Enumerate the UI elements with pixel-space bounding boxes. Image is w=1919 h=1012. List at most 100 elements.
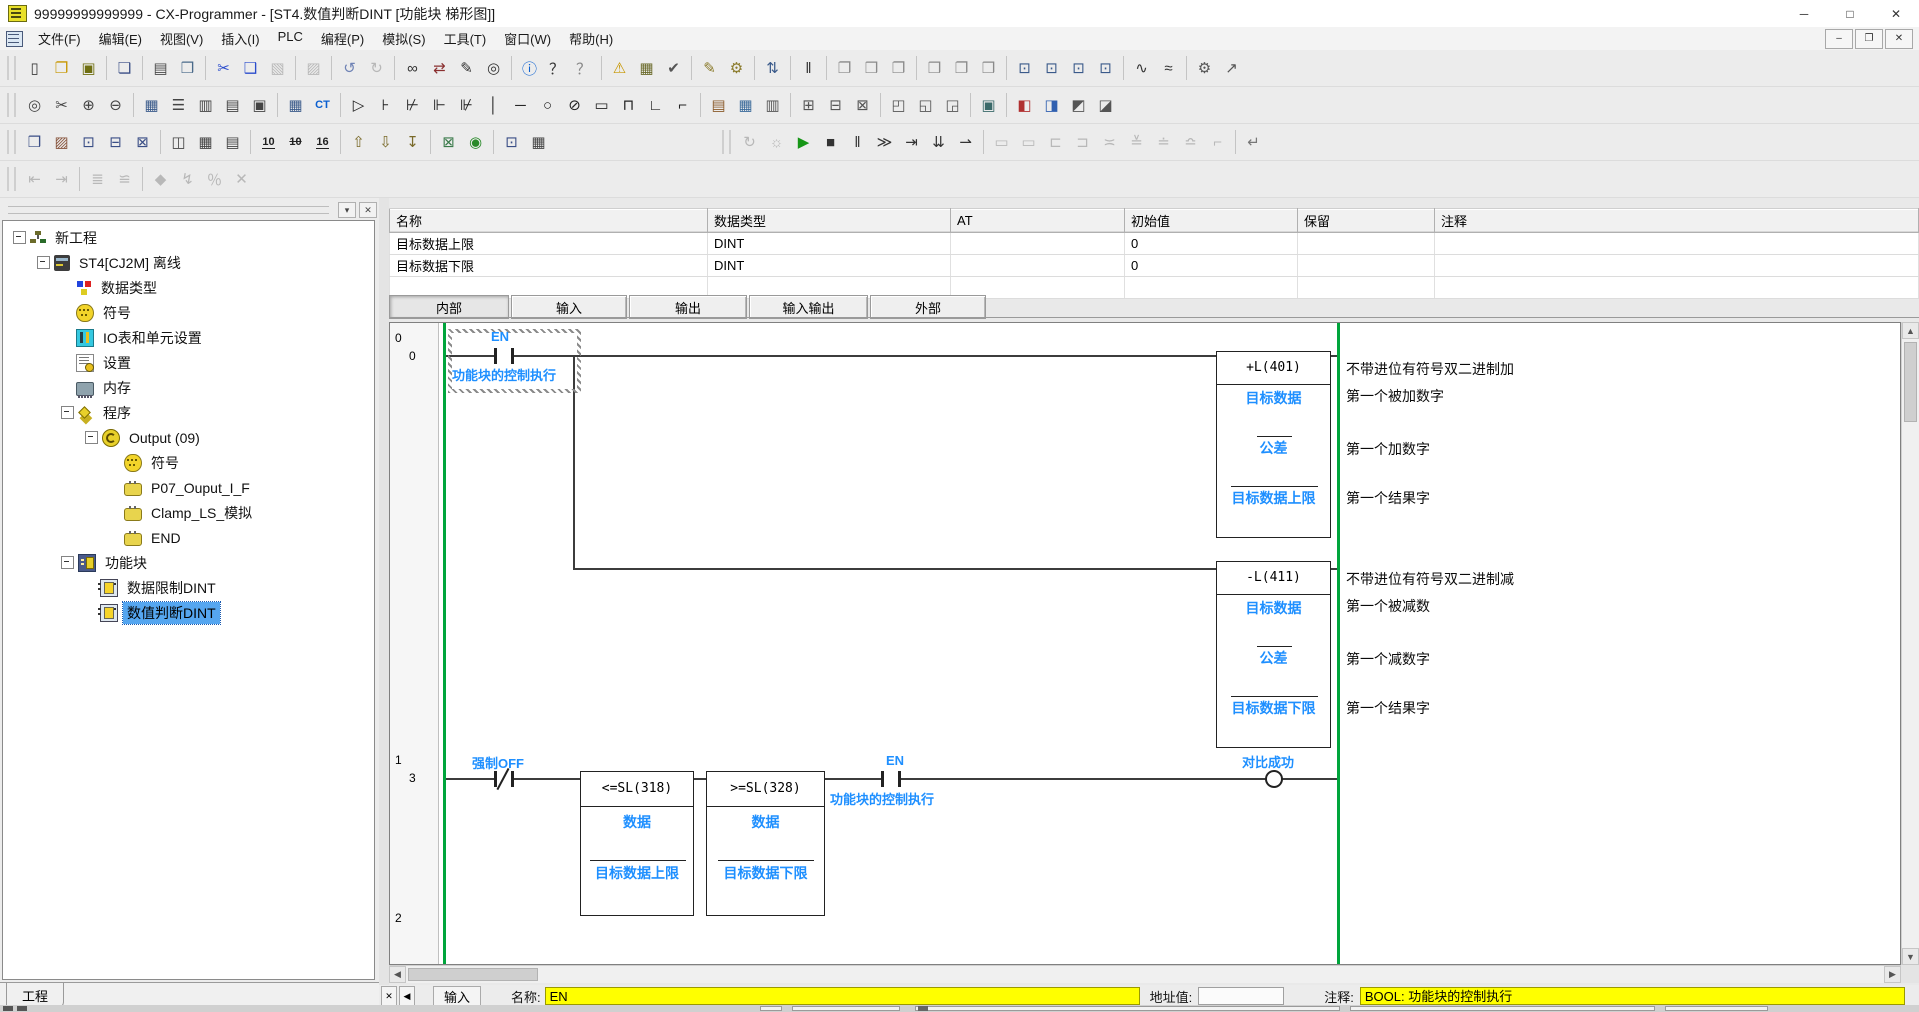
tree-item-IO表和单元设置[interactable]: IO表和单元设置: [3, 325, 374, 350]
differential-monitor-icon[interactable]: ⊠: [435, 129, 462, 155]
window-mnemonic-icon[interactable]: ▨: [48, 129, 75, 155]
tree-item-设置[interactable]: 设置: [3, 350, 374, 375]
tab-输出[interactable]: 输出: [629, 295, 747, 319]
contact-label[interactable]: EN: [886, 753, 904, 768]
operand[interactable]: 目标数据上限: [1217, 488, 1330, 508]
window-watch-icon[interactable]: ⊡: [75, 129, 102, 155]
symbol-bar-icon[interactable]: ☰: [165, 92, 192, 118]
child-minimize-button[interactable]: –: [1825, 29, 1853, 49]
unit-monitor-icon[interactable]: ⊡: [1092, 55, 1119, 81]
sim-pause-icon[interactable]: ‖: [844, 129, 871, 155]
address-reference-icon[interactable]: ❐: [948, 55, 975, 81]
operand[interactable]: 目标数据下限: [1217, 698, 1330, 718]
operand[interactable]: 目标数据: [1217, 598, 1330, 618]
operand[interactable]: 公差: [1217, 438, 1330, 458]
tree-item-Output (09)[interactable]: Output (09): [3, 425, 374, 450]
work-online-icon[interactable]: ⇅: [759, 55, 786, 81]
online-g-icon[interactable]: ≐: [1150, 129, 1177, 155]
redo-icon[interactable]: ↻: [363, 55, 390, 81]
tree-item-END[interactable]: END: [3, 525, 374, 550]
tab-外部[interactable]: 外部: [870, 295, 986, 319]
grid-icon[interactable]: ▦: [138, 92, 165, 118]
find-symbol-icon[interactable]: ◎: [480, 55, 507, 81]
tree-item-内存[interactable]: 内存: [3, 375, 374, 400]
compare-block-gte[interactable]: >=SL(328) 数据 目标数据下限: [706, 771, 825, 916]
rung-insert-icon[interactable]: ⊠: [849, 92, 876, 118]
new-coil-icon[interactable]: ○: [534, 92, 561, 118]
mark-4-icon[interactable]: ◪: [1092, 92, 1119, 118]
external-tools-icon[interactable]: ↗: [1218, 55, 1245, 81]
child-close-button[interactable]: ✕: [1885, 29, 1913, 49]
cut-icon[interactable]: ✂: [210, 55, 237, 81]
monitor-box-icon[interactable]: ▣: [246, 92, 273, 118]
online-edit-icon[interactable]: ✎: [696, 55, 723, 81]
menu-F[interactable]: 文件(F): [29, 27, 90, 50]
view-ladder-icon[interactable]: ▦: [192, 129, 219, 155]
sim-run-icon[interactable]: ▶: [790, 129, 817, 155]
data-trace-icon[interactable]: ≈: [1155, 55, 1182, 81]
tab-内部[interactable]: 内部: [389, 295, 509, 319]
sim-scan-icon[interactable]: ⇀: [952, 129, 979, 155]
online-d-icon[interactable]: ⊐: [1069, 129, 1096, 155]
toolbar-grip[interactable]: [722, 130, 731, 154]
row-delete-icon[interactable]: ⊟: [822, 92, 849, 118]
tree-item-程序[interactable]: 程序: [3, 400, 374, 425]
toolbar-grip[interactable]: [7, 167, 16, 191]
nc-contact-label[interactable]: 强制OFF: [472, 753, 524, 772]
watch-add-icon[interactable]: ⊡: [498, 129, 525, 155]
zoom-in-icon[interactable]: ⊕: [75, 92, 102, 118]
open-icon[interactable]: ❐: [48, 55, 75, 81]
io-monitor-icon[interactable]: ⊡: [1011, 55, 1038, 81]
sim-settings-icon[interactable]: ☼: [763, 129, 790, 155]
outdent-icon[interactable]: ⇤: [21, 166, 48, 192]
paste-icon[interactable]: ▧: [264, 55, 291, 81]
expander-icon[interactable]: [37, 256, 50, 269]
tree-item-数据限制DINT[interactable]: 数据限制DINT: [3, 575, 374, 600]
save-function-file-icon[interactable]: ❏: [111, 55, 138, 81]
window-cross-icon[interactable]: ⊟: [102, 129, 129, 155]
ct-display-icon[interactable]: CT: [309, 92, 336, 118]
tree-item-P07_Ouput_I_F[interactable]: P07_Ouput_I_F: [3, 475, 374, 500]
force-off-icon[interactable]: ⇩: [372, 129, 399, 155]
view-monitor-icon[interactable]: ▤: [219, 129, 246, 155]
help-icon[interactable]: ？: [543, 55, 570, 81]
tree-item-功能块[interactable]: 功能块: [3, 550, 374, 575]
invert-instruction-icon[interactable]: ⌐: [669, 92, 696, 118]
scroll-thumb[interactable]: [408, 968, 538, 981]
online-i-icon[interactable]: ⌐: [1204, 129, 1231, 155]
menu-I[interactable]: 插入(I): [212, 27, 268, 50]
rung-edit-3-icon[interactable]: ▥: [759, 92, 786, 118]
tree-item-新工程[interactable]: 新工程: [3, 225, 374, 250]
window-io-icon[interactable]: ⊠: [129, 129, 156, 155]
scroll-thumb[interactable]: [1904, 342, 1917, 422]
new-instruction-icon[interactable]: ▭: [588, 92, 615, 118]
row-insert-icon[interactable]: ⊞: [795, 92, 822, 118]
undo-icon[interactable]: ↺: [336, 55, 363, 81]
close-button[interactable]: ✕: [1873, 0, 1919, 27]
force-on-icon[interactable]: ⇧: [345, 129, 372, 155]
info-icon[interactable]: ⓘ: [516, 55, 543, 81]
toolbar-grip[interactable]: [7, 56, 16, 80]
sim-sync-icon[interactable]: ↻: [736, 129, 763, 155]
save-icon[interactable]: ▣: [75, 55, 102, 81]
minimize-button[interactable]: ─: [1781, 0, 1827, 27]
toolbar-grip[interactable]: [7, 93, 16, 117]
new-closed-coil-icon[interactable]: ⊘: [561, 92, 588, 118]
online-b-icon[interactable]: ▭: [1015, 129, 1042, 155]
align-pair-icon[interactable]: ≌: [111, 166, 138, 192]
expander-icon[interactable]: [85, 431, 98, 444]
watch-grid-icon[interactable]: ▦: [525, 129, 552, 155]
column-header-名称[interactable]: 名称: [390, 209, 708, 233]
toolbar-grip[interactable]: [7, 130, 16, 154]
mark-2-icon[interactable]: ◨: [1038, 92, 1065, 118]
view-mnemonic-icon[interactable]: ◫: [165, 129, 192, 155]
child-restore-button[interactable]: ❐: [1855, 29, 1883, 49]
tree-item-符号[interactable]: 符号: [3, 450, 374, 475]
or-closed-contact-icon[interactable]: ⊮: [453, 92, 480, 118]
time-chart-icon[interactable]: ∿: [1128, 55, 1155, 81]
menu-T[interactable]: 工具(T): [435, 27, 496, 50]
tree-item-数据类型[interactable]: 数据类型: [3, 275, 374, 300]
sim-step-in-icon[interactable]: ⇥: [898, 129, 925, 155]
vertical-scrollbar[interactable]: ▲ ▼: [1901, 322, 1919, 965]
coil-label[interactable]: 对比成功: [1242, 752, 1294, 771]
